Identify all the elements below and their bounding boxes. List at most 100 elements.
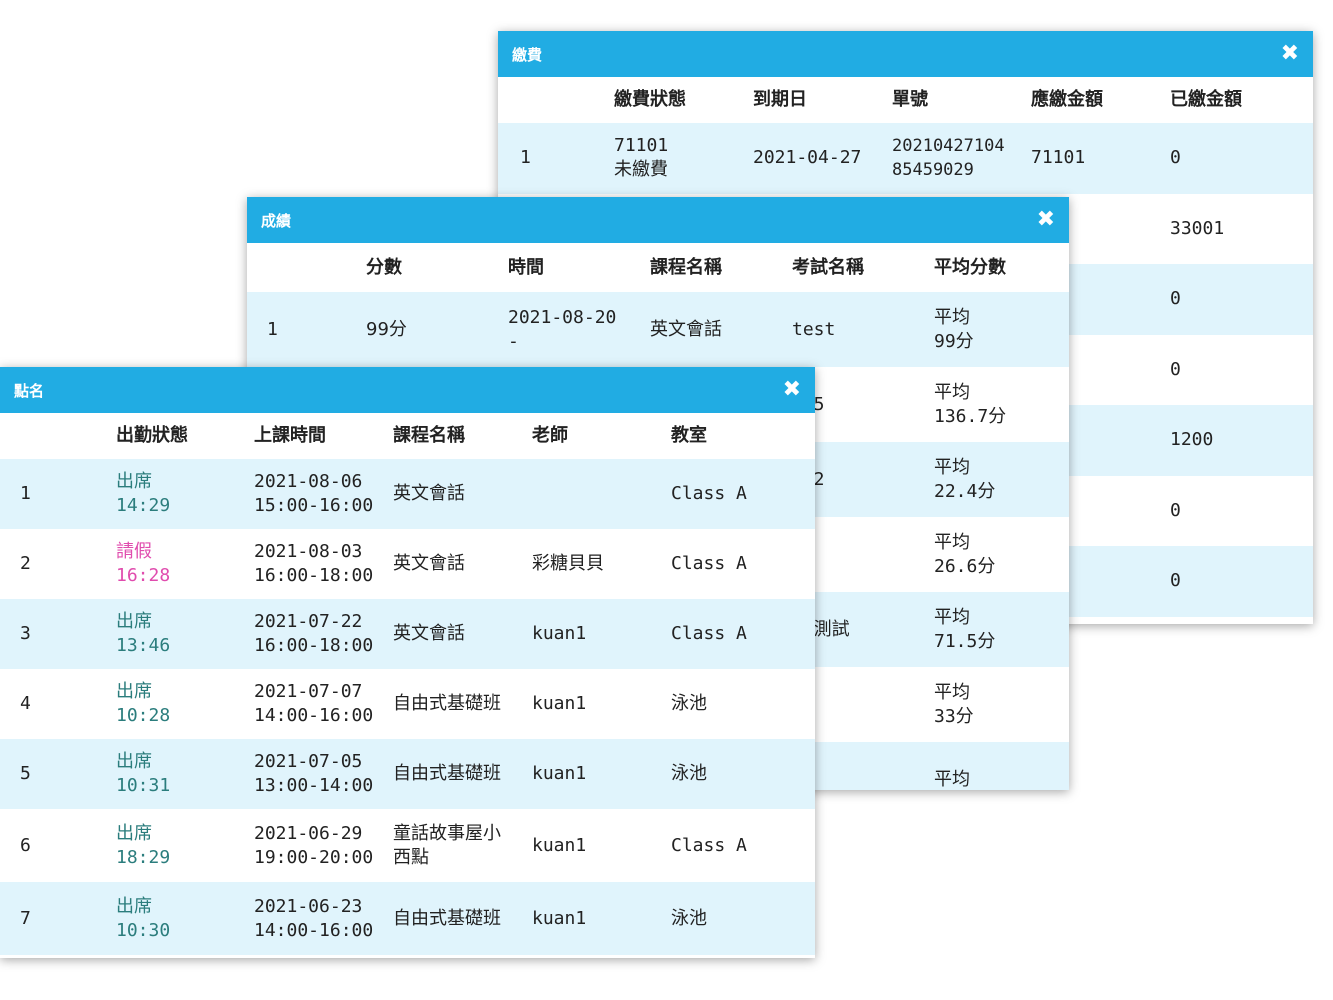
attendance-state: 出席 10:30 (116, 895, 254, 943)
payment-col-due: 到期日 (753, 89, 807, 110)
course-name-line1: 英文會話 (393, 623, 465, 644)
table-row[interactable]: 5 出席 10:31 2021-07-05 13:00-14:00 自由式基礎班 kuan1… (0, 739, 815, 809)
class-time: 2021-08-06 15:00-16:00 (254, 470, 393, 518)
class-time: 2021-08-03 16:00-18:00 (254, 540, 393, 588)
teacher-name: 彩糖貝貝 (532, 553, 604, 574)
table-row[interactable]: 1 出席 14:29 2021-08-06 15:00-16:00 英文會話 Class A (0, 459, 815, 529)
course-name: 自由式基礎班 (393, 692, 532, 716)
amount-due: 71101 (1031, 147, 1086, 169)
attendance-check-time: 16:28 (116, 565, 171, 586)
attendance-check-time: 10:28 (116, 705, 171, 726)
row-index: 7 (20, 907, 31, 929)
attendance-header-row: 出勤狀態 上課時間 課程名稱 老師 教室 (0, 413, 815, 459)
attendance-dialog: 點名 ✖ 出勤狀態 上課時間 課程名稱 老師 教室 1 出席 14:29 2021-0… (0, 367, 815, 958)
average-score: 平均 136.7分 (934, 381, 1064, 429)
amount-paid: 0 (1170, 147, 1181, 169)
row-index: 1 (267, 318, 278, 340)
table-row[interactable]: 3 出席 13:46 2021-07-22 16:00-18:00 英文會話 kuan1 Cl… (0, 599, 815, 669)
attendance-check-time: 18:29 (116, 846, 171, 868)
close-icon[interactable]: ✖ (783, 379, 801, 401)
course-name-line1: 童話故事屋小 (393, 822, 501, 844)
table-row[interactable]: 6 出席 18:29 2021-06-29 19:00-20:00 童話故事屋小 西點 kua… (0, 809, 815, 882)
average-value: 71.5分 (934, 630, 996, 652)
average-value: 26.6分 (934, 555, 996, 577)
payment-title: 繳費 (512, 45, 543, 64)
teacher-name: kuan1 (532, 763, 587, 784)
course-name-line2: 西點 (393, 846, 429, 868)
class-hours: 14:00-16:00 (254, 919, 374, 941)
average-value: 99分 (934, 330, 974, 352)
average-label: 平均 (934, 381, 970, 403)
row-index: 1 (520, 147, 531, 169)
close-icon[interactable]: ✖ (1037, 209, 1055, 231)
attendance-state: 出席 10:28 (116, 680, 254, 728)
status-cell: 71101 未繳費 (614, 134, 753, 182)
average-label: 平均 (934, 456, 970, 478)
attendance-title: 點名 (14, 381, 45, 400)
grades-titlebar: 成績 ✖ (247, 197, 1069, 243)
attendance-state-label: 出席 (116, 611, 152, 632)
attendance-col-course: 課程名稱 (393, 425, 465, 446)
attendance-check-time: 14:29 (116, 495, 171, 516)
average-score: 平均 22.4分 (934, 456, 1064, 504)
table-row[interactable]: 1 71101 未繳費 2021-04-27 20210427104 85459029 71… (498, 123, 1313, 194)
class-date: 2021-08-06 (254, 471, 363, 492)
attendance-col-room: 教室 (671, 425, 707, 446)
average-label: 平均 (934, 681, 970, 703)
attendance-check-time: 10:31 (116, 775, 171, 796)
table-row[interactable]: 2 請假 16:28 2021-08-03 16:00-18:00 英文會話 彩糖貝貝 Cla… (0, 529, 815, 599)
class-time: 2021-06-23 14:00-16:00 (254, 895, 393, 943)
class-date: 2021-07-05 (254, 751, 363, 772)
exam-date: 2021-08-20 (508, 306, 617, 328)
row-index: 3 (20, 623, 31, 644)
grades-title: 成績 (261, 211, 292, 230)
attendance-state-label: 請假 (116, 541, 152, 562)
average-score: 平均 (934, 768, 1064, 791)
course-name-line1: 自由式基礎班 (393, 693, 501, 714)
class-hours: 16:00-18:00 (254, 565, 374, 586)
attendance-table-body: 1 出席 14:29 2021-08-06 15:00-16:00 英文會話 Class A… (0, 459, 815, 955)
close-icon[interactable]: ✖ (1281, 43, 1299, 65)
class-hours: 14:00-16:00 (254, 705, 374, 726)
course-name-line1: 英文會話 (393, 553, 465, 574)
status-value: 71101 (614, 135, 669, 157)
average-label: 平均 (934, 606, 970, 628)
average-value: 33分 (934, 705, 974, 727)
average-score: 平均 71.5分 (934, 606, 1064, 654)
attendance-state-label: 出席 (116, 822, 152, 844)
exam-time: 2021-08-20- (508, 306, 650, 354)
course-name-line1: 自由式基礎班 (393, 763, 501, 784)
class-time: 2021-07-05 13:00-14:00 (254, 750, 393, 798)
class-hours: 16:00-18:00 (254, 635, 374, 656)
attendance-state: 出席 10:31 (116, 750, 254, 798)
payment-col-number: 單號 (892, 89, 928, 110)
row-index: 6 (20, 834, 31, 856)
attendance-col-teacher: 老師 (532, 425, 568, 446)
course-name: 童話故事屋小 西點 (393, 822, 532, 870)
average-value: 22.4分 (934, 480, 996, 502)
classroom: Class A (671, 553, 747, 574)
attendance-state-label: 出席 (116, 471, 152, 492)
average-label: 平均 (934, 531, 970, 553)
table-row[interactable]: 7 出席 10:30 2021-06-23 14:00-16:00 自由式基礎班 kuan1… (0, 882, 815, 955)
attendance-state-label: 出席 (116, 681, 152, 702)
table-row[interactable]: 4 出席 10:28 2021-07-07 14:00-16:00 自由式基礎班 kuan1… (0, 669, 815, 739)
class-date: 2021-06-23 (254, 895, 363, 917)
row-index: 5 (20, 763, 31, 784)
class-date: 2021-07-22 (254, 611, 363, 632)
grades-col-exam: 考試名稱 (792, 256, 864, 278)
class-hours: 13:00-14:00 (254, 775, 374, 796)
average-label: 平均 (934, 768, 970, 790)
due-date: 2021-04-27 (753, 147, 862, 169)
teacher-name: kuan1 (532, 907, 587, 929)
course-name-line1: 自由式基礎班 (393, 907, 501, 929)
order-number: 20210427104 85459029 (892, 134, 1031, 182)
row-index: 4 (20, 693, 31, 714)
class-hours: 15:00-16:00 (254, 495, 374, 516)
payment-titlebar: 繳費 ✖ (498, 31, 1313, 77)
amount-paid: 0 (1170, 499, 1181, 521)
course-name: 英文會話 (393, 622, 532, 646)
class-date: 2021-06-29 (254, 822, 363, 844)
teacher-name: kuan1 (532, 693, 587, 714)
table-row[interactable]: 1 99分 2021-08-20- 英文會話 test 平均 99分 (247, 292, 1069, 367)
